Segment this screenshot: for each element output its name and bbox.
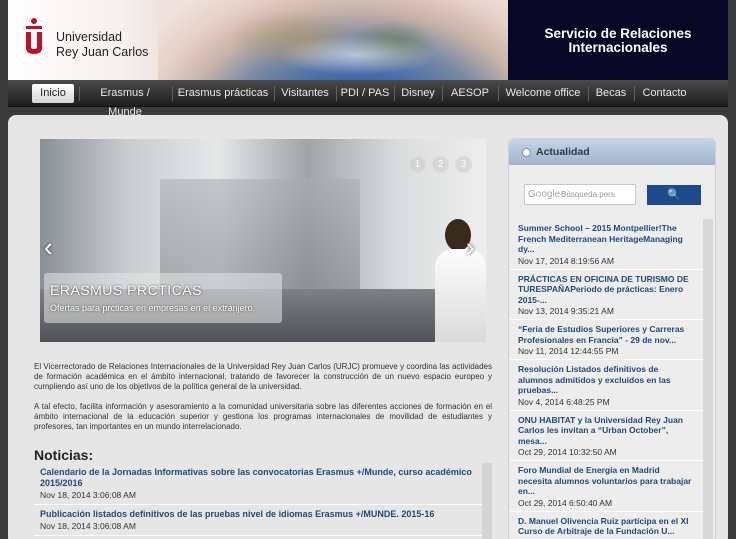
list-item[interactable]: Calendario de la Jornadas Informativas s… — [34, 463, 482, 505]
noticias-list: Calendario de la Jornadas Informativas s… — [34, 463, 482, 539]
nav-item-erasmus-practicas[interactable]: Erasmus prácticas — [175, 84, 271, 103]
news-date: Nov 11, 2014 12:44:55 PM — [518, 346, 619, 356]
nav-item-welcome-office[interactable]: Welcome office — [501, 84, 585, 103]
news-title[interactable]: ONU HABITAT y la Universidad Rey Juan Ca… — [518, 415, 695, 447]
news-title[interactable]: Summer School – 2015 Montpellier!The Fre… — [518, 223, 695, 255]
news-title[interactable]: Foro Mundial de Energía en Madrid necesi… — [518, 465, 695, 497]
noticia-date: Nov 18, 2014 3:06:08 AM — [40, 490, 136, 500]
urjc-logo-icon — [26, 18, 42, 54]
slider-next-arrow-icon[interactable]: › — [466, 234, 482, 262]
slide-dot-2[interactable]: 2 — [432, 156, 449, 173]
news-title[interactable]: “Feria de Estudios Superiores y Carreras… — [518, 324, 695, 345]
list-item[interactable]: Summer School – 2015 Montpellier!The Fre… — [510, 219, 703, 270]
main-nav: Inicio Erasmus / Munde Erasmus prácticas… — [8, 80, 728, 118]
service-title: Servicio de Relaciones Internacionales — [508, 0, 728, 80]
list-item[interactable]: ONU HABITAT y la Universidad Rey Juan Ca… — [510, 411, 703, 461]
noticia-date: Nov 18, 2014 3:06:08 AM — [40, 521, 136, 531]
news-title[interactable]: D. Manuel Olivencia Ruiz participa en el… — [518, 516, 695, 537]
slide-title[interactable]: ERASMUS PRCTICAS — [50, 282, 202, 298]
earth-banner-image — [158, 0, 508, 80]
actualidad-scrollbar[interactable] — [703, 219, 713, 539]
noticia-title[interactable]: Publicación listados definitivos de las … — [40, 509, 476, 520]
nav-item-erasmus-munde[interactable]: Erasmus / Munde — [82, 84, 168, 118]
slider-prev-arrow-icon[interactable]: ‹ — [44, 234, 60, 262]
nav-item-contacto[interactable]: Contacto — [637, 84, 692, 103]
intro-text: El Vicerrectorado de Relaciones Internac… — [34, 362, 492, 442]
site-header: Universidad Rey Juan Carlos Servicio de … — [8, 0, 728, 80]
list-item[interactable]: Foro Mundial de Energía en Madrid necesi… — [510, 461, 703, 512]
list-item[interactable]: D. Manuel Olivencia Ruiz participa en el… — [510, 512, 703, 539]
nav-item-disney[interactable]: Disney — [397, 84, 439, 103]
google-logo: Google — [528, 189, 561, 200]
news-title[interactable]: Resolución Listados definitivos de alumn… — [518, 364, 695, 396]
list-item[interactable]: Resolución Listados definitivos de alumn… — [510, 360, 703, 411]
nav-item-visitantes[interactable]: Visitantes — [277, 84, 333, 103]
sidebar-title: Actualidad — [536, 146, 590, 158]
news-date: Nov 4, 2014 6:48:25 PM — [518, 396, 610, 407]
list-item[interactable]: Publicación listados definitivos de las … — [34, 505, 482, 536]
nav-item-becas[interactable]: Becas — [591, 84, 631, 103]
slide-dot-1[interactable]: 1 — [409, 156, 426, 173]
list-item[interactable]: PRÁCTICAS EN OFICINA DE TURISMO DE TURES… — [510, 270, 703, 320]
search-icon: 🔍 — [667, 189, 681, 201]
intro-paragraph-1: El Vicerrectorado de Relaciones Internac… — [34, 362, 492, 391]
intro-paragraph-2: A tal efecto, facilita información y ase… — [34, 402, 492, 431]
slide-caption-box — [44, 273, 282, 323]
news-date: Nov 17, 2014 8:19:56 AM — [518, 255, 614, 266]
news-date: Oct 29, 2014 6:50:40 AM — [518, 497, 613, 508]
news-date: Oct 29, 2014 10:32:50 AM — [518, 447, 617, 457]
slide-dot-3[interactable]: 3 — [455, 156, 472, 173]
news-title[interactable]: PRÁCTICAS EN OFICINA DE TURISMO DE TURES… — [518, 274, 695, 306]
search-button[interactable]: 🔍 — [647, 185, 701, 205]
noticias-heading: Noticias: — [34, 447, 94, 463]
noticia-title[interactable]: Calendario de la Jornadas Informativas s… — [40, 467, 476, 489]
news-date: Nov 13, 2014 9:35:21 AM — [518, 306, 614, 316]
noticias-scrollbar[interactable] — [482, 463, 492, 539]
nav-item-pdi-pas[interactable]: PDI / PAS — [339, 84, 391, 103]
list-item[interactable]: “Feria de Estudios Superiores y Carreras… — [510, 320, 703, 360]
nav-item-inicio[interactable]: Inicio — [32, 84, 74, 103]
slide-subtitle: Ofertas para prcticas en empresas en el … — [50, 303, 256, 313]
sidebar-header: Actualidad — [509, 139, 715, 165]
university-name: Universidad Rey Juan Carlos — [56, 30, 149, 59]
nav-item-aesop[interactable]: AESOP — [445, 84, 495, 103]
bullet-icon — [522, 148, 531, 157]
actualidad-list: Summer School – 2015 Montpellier!The Fre… — [510, 219, 703, 539]
